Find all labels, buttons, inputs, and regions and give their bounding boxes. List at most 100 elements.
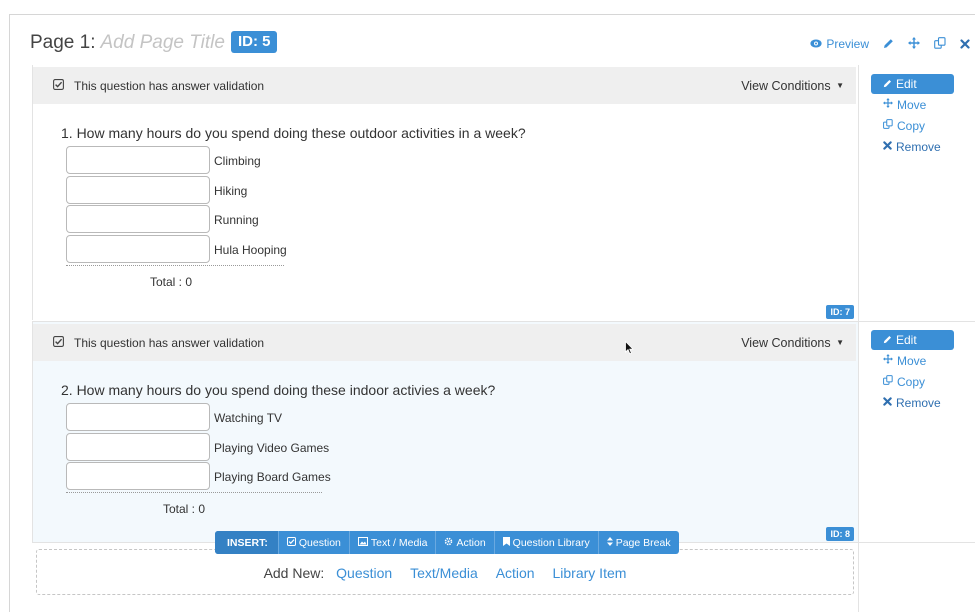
insert-text-media-label: Text / Media [370, 536, 428, 549]
pencil-icon [883, 333, 892, 347]
validation-bar: This question has answer validation View… [33, 67, 856, 104]
insert-action-label: Action [456, 536, 486, 549]
question-block-1[interactable]: This question has answer validation View… [32, 65, 858, 320]
page-toolbar: Preview [810, 37, 970, 51]
eye-icon [810, 37, 822, 51]
insert-toolbar: INSERT: Question Text / Media Action Que… [215, 531, 679, 554]
validation-text: This question has answer validation [74, 78, 265, 93]
question-actions-2: Edit Move Copy Remove [871, 330, 954, 413]
answer-input-climbing[interactable] [66, 146, 210, 174]
total-value: Total : 0 [150, 275, 193, 289]
question-block-2[interactable]: This question has answer validation View… [32, 322, 858, 542]
checkbox-check-icon [53, 335, 64, 350]
edit-label: Edit [896, 333, 917, 347]
close-icon [883, 140, 892, 153]
gear-icon [444, 537, 453, 549]
remove-label: Remove [896, 395, 941, 410]
sidebar-divider [858, 65, 859, 612]
move-arrows-icon[interactable] [908, 37, 920, 51]
copy-icon[interactable] [934, 37, 946, 51]
bookmark-icon [502, 536, 510, 549]
answer-label: Climbing [214, 154, 261, 168]
answer-label: Watching TV [214, 411, 283, 425]
copy-label: Copy [897, 374, 926, 389]
move-label: Move [897, 353, 927, 368]
answer-label: Hula Hooping [214, 242, 287, 257]
page-title-prefix: Page 1: [30, 32, 96, 53]
checkbox-check-icon [53, 78, 64, 93]
pencil-icon [883, 77, 892, 91]
page-title-placeholder[interactable]: Add Page Title [101, 32, 225, 53]
question-id-badge: ID: 8 [826, 527, 854, 541]
total-divider [66, 265, 284, 266]
remove-button[interactable]: Remove [871, 136, 954, 157]
answer-input-playing-video-games[interactable] [66, 432, 210, 461]
insert-label: INSERT: [215, 531, 279, 554]
move-arrows-icon [883, 98, 893, 111]
answer-input-watching-tv[interactable] [66, 403, 210, 431]
checkbox-check-icon [286, 536, 296, 549]
caret-down-icon: ▼ [836, 81, 844, 90]
image-icon [357, 536, 368, 549]
copy-label: Copy [897, 118, 926, 133]
page-header: Page 1: Add Page Title ID: 5 Preview [10, 15, 975, 65]
insert-page-break-button[interactable]: Page Break [599, 531, 679, 554]
pencil-icon[interactable] [883, 38, 894, 51]
answer-input-running[interactable] [66, 205, 210, 233]
insert-question-library-button[interactable]: Question Library [495, 531, 599, 554]
sort-icon [606, 536, 613, 549]
add-action-link[interactable]: Action [496, 565, 535, 581]
question-text: 2. How many hours do you spend doing the… [61, 382, 496, 398]
view-conditions-dropdown[interactable]: View Conditions ▼ [741, 79, 844, 93]
total-value: Total : 0 [163, 502, 206, 516]
add-new-links: Add New: Question Text/Media Action Libr… [37, 565, 853, 581]
edit-label: Edit [896, 77, 917, 91]
answer-input-hiking[interactable] [66, 175, 210, 204]
view-conditions-label: View Conditions [741, 79, 831, 93]
move-label: Move [897, 97, 927, 112]
add-library-item-link[interactable]: Library Item [553, 565, 627, 581]
answer-label: Playing Video Games [214, 440, 330, 455]
move-arrows-icon [883, 354, 893, 367]
page-id-badge: ID: 5 [230, 31, 278, 53]
close-icon [883, 396, 892, 409]
validation-text: This question has answer validation [74, 335, 265, 350]
edit-button[interactable]: Edit [871, 330, 954, 350]
question-actions-1: Edit Move Copy Remove [871, 74, 954, 157]
view-conditions-label: View Conditions [741, 336, 831, 350]
view-conditions-dropdown[interactable]: View Conditions ▼ [741, 336, 844, 350]
move-button[interactable]: Move [871, 350, 954, 371]
page-title: Page 1: Add Page Title ID: 5 [30, 31, 278, 54]
add-text-media-link[interactable]: Text/Media [410, 565, 478, 581]
add-new-panel: Add New: Question Text/Media Action Libr… [36, 549, 854, 595]
total-divider [66, 492, 322, 493]
answer-input-hula-hooping[interactable] [66, 234, 210, 263]
validation-bar: This question has answer validation View… [33, 324, 856, 361]
page-container: Page 1: Add Page Title ID: 5 Preview Thi… [9, 14, 975, 612]
answer-label: Running [214, 213, 259, 227]
preview-button[interactable]: Preview [810, 37, 869, 51]
preview-label: Preview [826, 37, 869, 51]
move-button[interactable]: Move [871, 94, 954, 115]
insert-action-button[interactable]: Action [436, 531, 495, 554]
answer-input-playing-board-games[interactable] [66, 462, 210, 490]
answer-label: Hiking [214, 183, 248, 198]
insert-question-label: Question [298, 536, 341, 549]
caret-down-icon: ▼ [836, 338, 844, 347]
edit-button[interactable]: Edit [871, 74, 954, 94]
copy-icon [883, 119, 893, 132]
question-text: 1. How many hours do you spend doing the… [61, 125, 526, 141]
insert-page-break-label: Page Break [615, 536, 671, 549]
add-question-link[interactable]: Question [336, 565, 392, 581]
copy-button[interactable]: Copy [871, 115, 954, 136]
close-icon[interactable] [960, 38, 970, 51]
add-new-label: Add New: [263, 565, 325, 581]
answer-label: Playing Board Games [214, 470, 331, 484]
question-id-badge: ID: 7 [826, 305, 854, 319]
insert-question-library-label: Question Library [512, 536, 590, 549]
remove-label: Remove [896, 139, 941, 154]
copy-button[interactable]: Copy [871, 371, 954, 392]
insert-question-button[interactable]: Question [279, 531, 350, 554]
remove-button[interactable]: Remove [871, 392, 954, 413]
insert-text-media-button[interactable]: Text / Media [350, 531, 437, 554]
